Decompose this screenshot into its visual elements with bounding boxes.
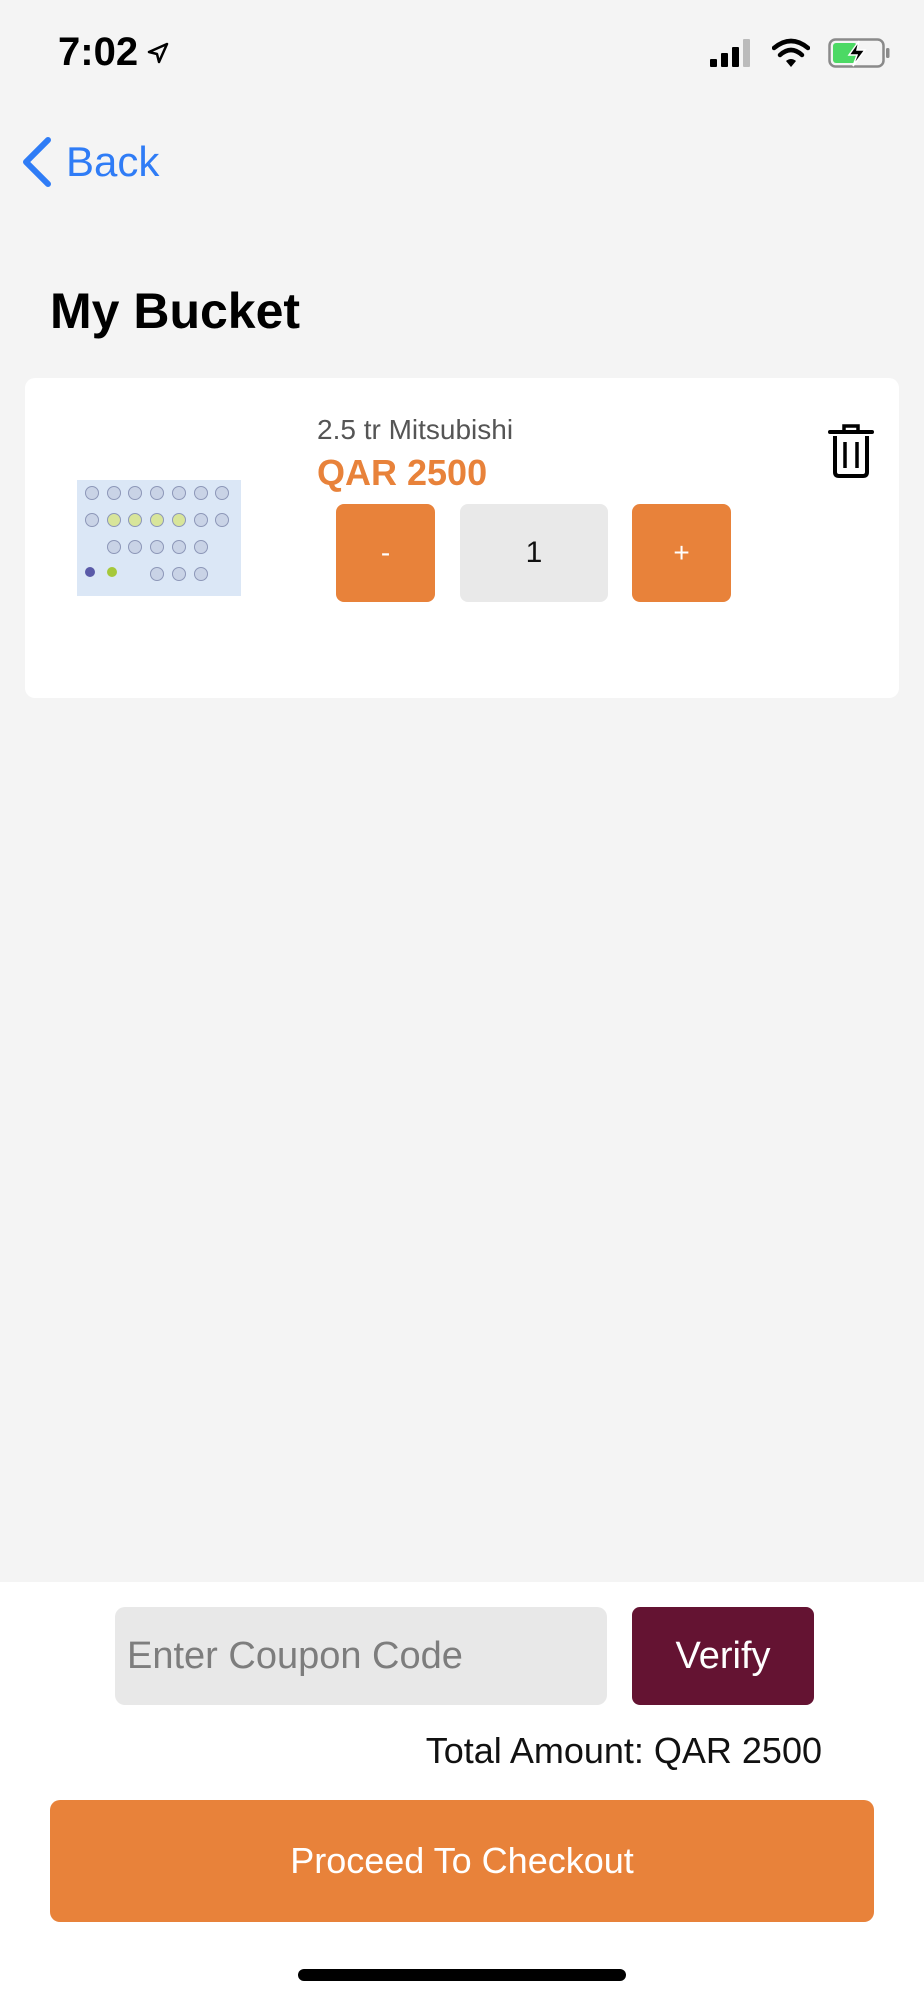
proceed-to-checkout-button[interactable]: Proceed To Checkout: [50, 1800, 874, 1922]
checkout-panel: Verify Total Amount: QAR 2500 Proceed To…: [0, 1582, 924, 2000]
product-image: [77, 480, 241, 596]
status-icons: [710, 38, 890, 68]
total-amount: Total Amount: QAR 2500: [425, 1730, 822, 1771]
location-arrow-icon: [147, 42, 169, 63]
chevron-left-icon: [23, 137, 51, 187]
screen: 7:02 Back My Bucket 2.5 tr Mitsubishi QA…: [0, 0, 924, 2000]
page-title: My Bucket: [50, 283, 301, 339]
coupon-code-input[interactable]: [115, 1607, 607, 1705]
trash-icon[interactable]: [828, 424, 874, 478]
item-name: 2.5 tr Mitsubishi: [317, 414, 514, 445]
quantity-value: 1: [460, 504, 608, 602]
status-time-text: 7:02: [58, 30, 139, 74]
back-button[interactable]: Back: [20, 136, 159, 188]
status-time: 7:02: [58, 30, 170, 75]
battery-charging-icon: [828, 38, 890, 68]
wifi-icon: [772, 38, 810, 67]
item-price: QAR 2500: [317, 452, 488, 493]
back-label: Back: [66, 138, 160, 185]
cellular-signal-icon: [710, 39, 750, 67]
home-indicator[interactable]: [298, 1969, 626, 1981]
decrease-quantity-button[interactable]: -: [336, 504, 435, 602]
increase-quantity-button[interactable]: +: [632, 504, 731, 602]
verify-coupon-button[interactable]: Verify: [632, 1607, 814, 1705]
cart-item-card: 2.5 tr Mitsubishi QAR 2500 - 1 +: [25, 378, 899, 698]
